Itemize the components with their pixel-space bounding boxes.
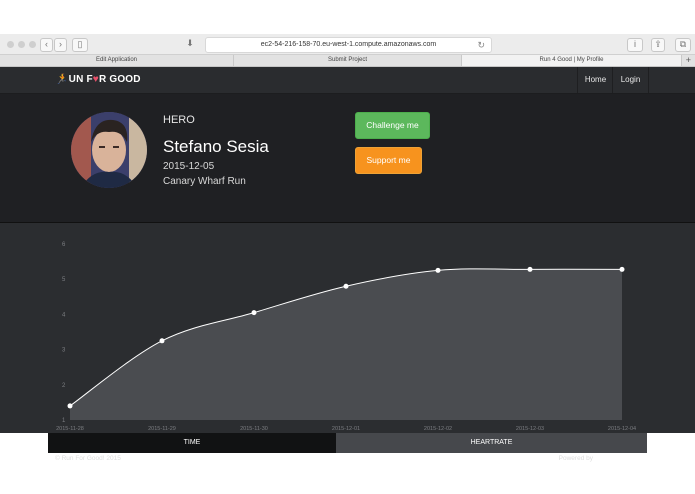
- profile-name: Stefano Sesia: [163, 137, 269, 156]
- tabs-overview-icon[interactable]: ⧉: [675, 38, 691, 52]
- footer-powered-label: Powered by: [558, 455, 593, 462]
- y-tick-label: 6: [62, 242, 66, 248]
- x-tick-label: 2015-11-28: [56, 426, 84, 432]
- brand-text-end: R GOOD: [98, 74, 141, 85]
- tab-my-profile[interactable]: Run 4 Good | My Profile: [462, 55, 682, 66]
- challenge-button[interactable]: Challenge me: [355, 112, 430, 139]
- hero-label: HERO: [163, 114, 195, 126]
- chart-point[interactable]: [251, 310, 257, 316]
- minimize-window-dot[interactable]: [18, 41, 25, 48]
- address-bar-url: ec2-54-216-158-70.eu-west-1.compute.amaz…: [260, 41, 437, 48]
- brand-logo[interactable]: 🏃UN F♥R GOOD: [55, 74, 141, 85]
- reload-icon[interactable]: ↻: [477, 38, 485, 52]
- runner-icon: 🏃: [55, 74, 68, 85]
- back-icon[interactable]: ‹: [40, 38, 53, 52]
- nav-login-link[interactable]: Login: [612, 67, 649, 93]
- info-icon[interactable]: i: [627, 38, 643, 52]
- chart-point[interactable]: [619, 266, 625, 272]
- x-tick-label: 2015-12-03: [516, 426, 544, 432]
- address-bar[interactable]: ec2-54-216-158-70.eu-west-1.compute.amaz…: [205, 37, 492, 53]
- progress-chart: 1 2 3 4 5 6 2015-11-28 2015-11-29 2015-11-30 2015…: [0, 223, 695, 433]
- x-tick-label: 2015-12-02: [424, 426, 452, 432]
- footer-framework-link[interactable]: Yii Framework: [595, 455, 639, 462]
- sidebar-icon[interactable]: ▯: [72, 38, 88, 52]
- run-date: 2015-12-05: [163, 161, 215, 172]
- browser-toolbar: ‹ › ▯ ⬇ ec2-54-216-158-70.eu-west-1.comp…: [0, 34, 695, 55]
- heartrate-toggle-button[interactable]: HEARTRATE: [336, 433, 647, 453]
- chart-point[interactable]: [343, 283, 349, 289]
- x-tick-label: 2015-12-01: [332, 426, 360, 432]
- chart-point[interactable]: [527, 266, 533, 272]
- support-button[interactable]: Support me: [355, 147, 422, 174]
- time-toggle-button[interactable]: TIME: [48, 433, 336, 453]
- chart-point[interactable]: [435, 267, 441, 273]
- tab-edit-application[interactable]: Edit Application: [0, 55, 234, 66]
- browser-tab-bar: Edit Application Submit Project Run 4 Go…: [0, 55, 695, 67]
- avatar: [71, 112, 147, 188]
- y-tick-label: 4: [62, 312, 66, 318]
- brand-text-start: UN F: [68, 74, 93, 85]
- zoom-window-dot[interactable]: [29, 41, 36, 48]
- y-tick-label: 2: [62, 383, 66, 389]
- forward-icon[interactable]: ›: [54, 38, 67, 52]
- tab-submit-project[interactable]: Submit Project: [234, 55, 462, 66]
- x-tick-label: 2015-11-29: [148, 426, 176, 432]
- share-icon[interactable]: ⇪: [651, 38, 665, 52]
- footer-copyright: © Run For Good! 2015: [55, 455, 121, 462]
- nav-home-link[interactable]: Home: [577, 67, 613, 93]
- close-window-dot[interactable]: [7, 41, 14, 48]
- x-tick-label: 2015-11-30: [240, 426, 268, 432]
- downloads-icon[interactable]: ⬇: [183, 38, 197, 50]
- y-tick-label: 3: [62, 348, 66, 354]
- chart-point[interactable]: [67, 403, 73, 409]
- footer-powered: Powered by Yii Framework: [559, 455, 639, 462]
- y-tick-label: 5: [62, 277, 66, 283]
- run-event: Canary Wharf Run: [163, 176, 246, 187]
- site-navbar: 🏃UN F♥R GOOD Home Login: [0, 67, 695, 94]
- x-tick-label: 2015-12-04: [608, 426, 636, 432]
- new-tab-icon[interactable]: +: [686, 55, 691, 66]
- chart-svg: 1 2 3 4 5 6 2015-11-28 2015-11-29 2015-11-30 2015…: [56, 242, 636, 432]
- profile-hero: HERO Stefano Sesia 2015-12-05 Canary Wha…: [0, 94, 695, 223]
- chart-area: [70, 268, 622, 420]
- y-tick-label: 1: [62, 418, 66, 424]
- chart-point[interactable]: [159, 338, 165, 344]
